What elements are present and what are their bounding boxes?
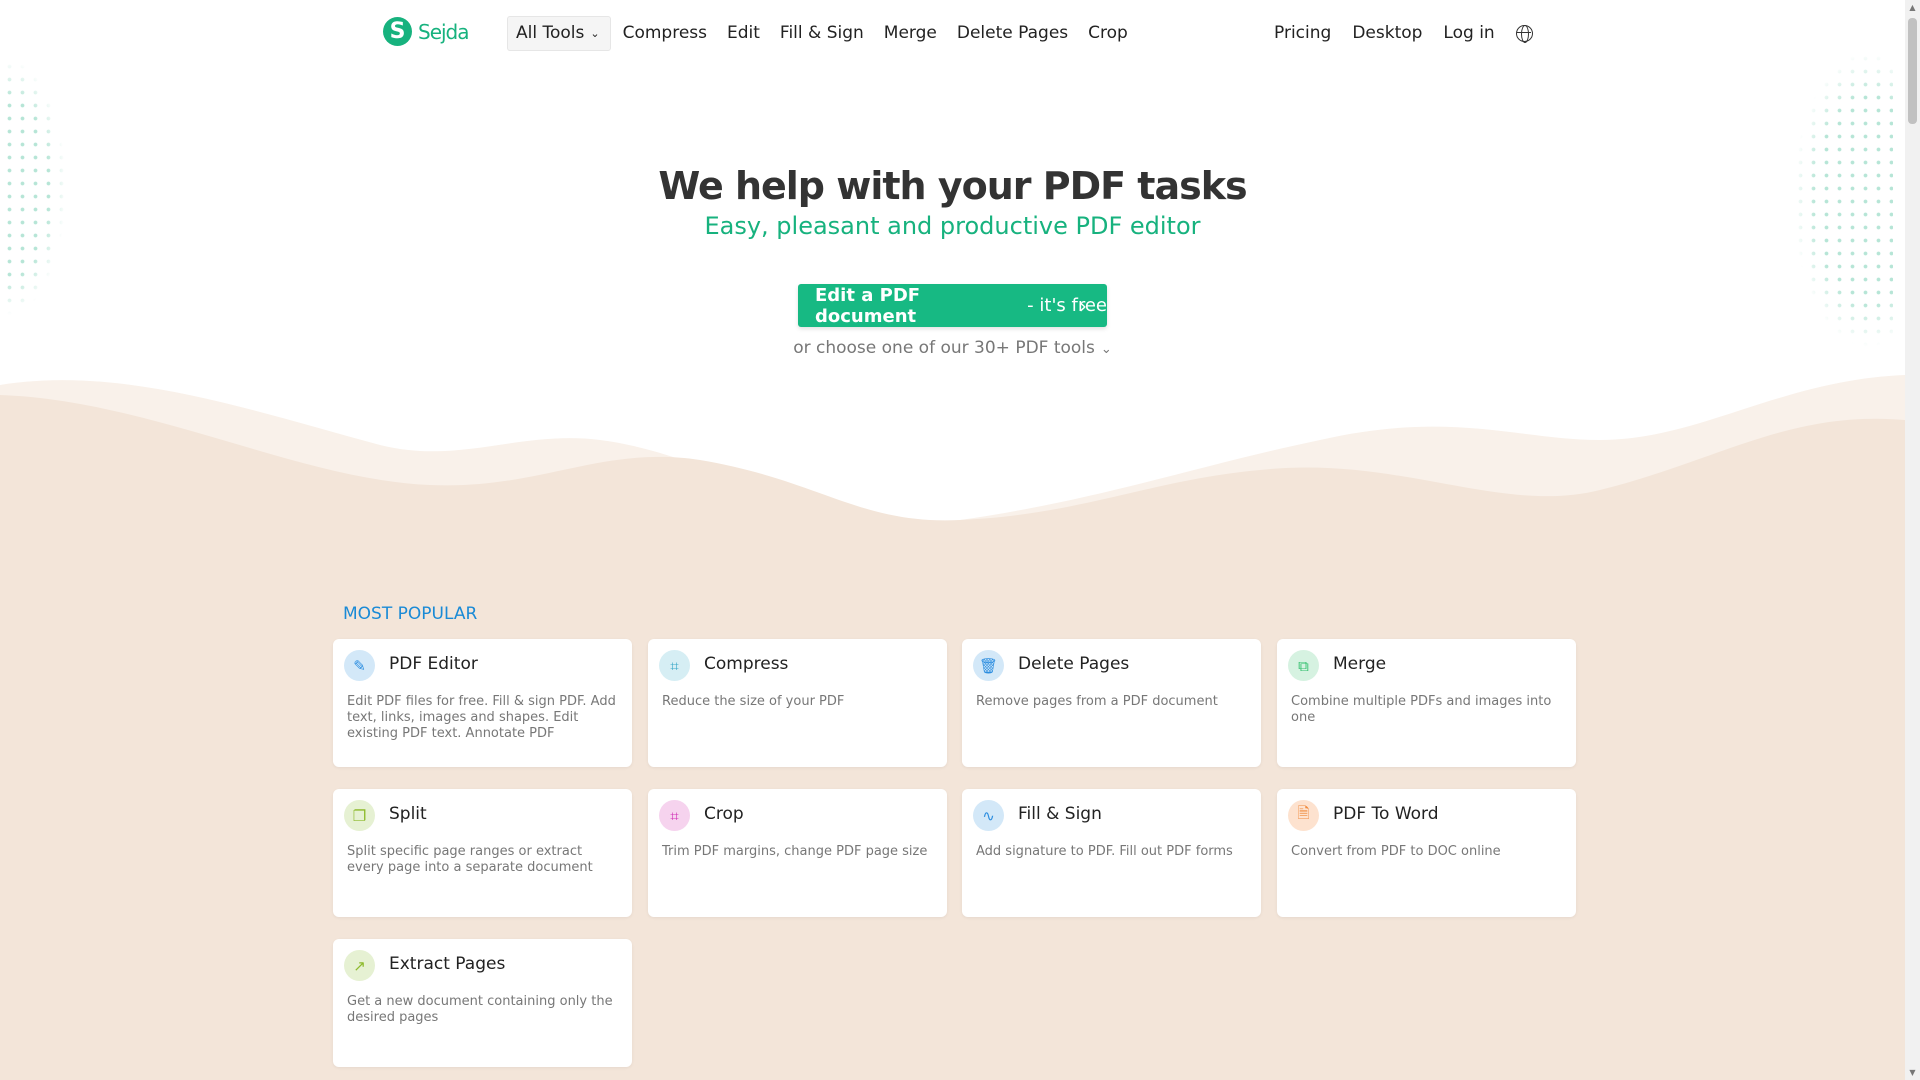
- cta-bold: Edit a PDF document: [815, 284, 921, 327]
- tool-card-split[interactable]: ❐ Split Split specific page ranges or ex…: [333, 789, 632, 917]
- nav-fill-sign[interactable]: Fill & Sign: [780, 23, 864, 43]
- hero-subtitle: Easy, pleasant and productive PDF editor: [704, 212, 1201, 240]
- tool-title: PDF To Word: [1333, 804, 1439, 824]
- scroll-down-icon[interactable]: ▼: [1905, 1065, 1920, 1080]
- right-nav: Pricing Desktop Log in: [1274, 16, 1533, 50]
- tool-title: Extract Pages: [389, 954, 506, 974]
- scrollbar[interactable]: ▲ ▼: [1905, 0, 1920, 1080]
- tool-card-pdf-editor[interactable]: ✎ PDF Editor Edit PDF files for free. Fi…: [333, 639, 632, 767]
- chevron-down-icon: ⌄: [590, 26, 600, 40]
- signature-icon: ∿: [973, 800, 1004, 831]
- all-tools-dropdown[interactable]: All Tools ⌄: [507, 15, 611, 51]
- extract-icon: ↗: [344, 950, 375, 981]
- tool-card-extract-pages[interactable]: ↗ Extract Pages Get a new document conta…: [333, 939, 632, 1067]
- tool-description: Split specific page ranges or extract ev…: [347, 844, 593, 875]
- chevron-right-icon: ›: [1079, 294, 1087, 318]
- header: S Sejda All Tools ⌄ Compress Edit Fill &…: [0, 0, 1905, 64]
- tool-title: Delete Pages: [1018, 654, 1130, 674]
- nav-pricing[interactable]: Pricing: [1274, 23, 1331, 43]
- nav-login[interactable]: Log in: [1443, 23, 1494, 43]
- main-nav: All Tools ⌄ Compress Edit Fill & Sign Me…: [507, 15, 1148, 51]
- word-file-icon: 🗎: [1288, 800, 1319, 831]
- nav-merge[interactable]: Merge: [884, 23, 937, 43]
- tool-title: Crop: [704, 804, 744, 824]
- tool-title: Merge: [1333, 654, 1387, 674]
- tool-card-delete-pages[interactable]: 🗑 Delete Pages Remove pages from a PDF d…: [962, 639, 1261, 767]
- tool-card-fill-sign[interactable]: ∿ Fill & Sign Add signature to PDF. Fill…: [962, 789, 1261, 917]
- choose-tools-link[interactable]: or choose one of our 30+ PDF tools ⌄: [0, 338, 1905, 358]
- chevron-down-icon: ⌄: [1100, 342, 1112, 357]
- tool-description: Add signature to PDF. Fill out PDF forms: [976, 844, 1233, 859]
- cta-rest: - it's free: [1021, 295, 1107, 316]
- tool-description: Combine multiple PDFs and images into on…: [1291, 694, 1552, 725]
- split-icon: ❐: [344, 800, 375, 831]
- tool-title: Fill & Sign: [1018, 804, 1102, 824]
- crop-icon: ⌗: [659, 800, 690, 831]
- popular-section: [0, 530, 1905, 1080]
- all-tools-label: All Tools: [516, 23, 585, 43]
- hero-title: We help with your PDF tasks: [658, 164, 1247, 208]
- section-title: MOST POPULAR: [343, 604, 478, 624]
- nav-compress[interactable]: Compress: [623, 23, 707, 43]
- merge-icon: ⧉: [1288, 650, 1319, 681]
- nav-delete-pages[interactable]: Delete Pages: [957, 23, 1068, 43]
- wave-decoration: [0, 375, 1905, 540]
- edit-pdf-button[interactable]: Edit a PDF document - it's free ›: [798, 284, 1107, 327]
- tool-description: Edit PDF files for free. Fill & sign PDF…: [347, 694, 616, 741]
- tool-card-compress[interactable]: ⌗ Compress Reduce the size of your PDF: [648, 639, 947, 767]
- tool-description: Trim PDF margins, change PDF page size: [662, 844, 928, 859]
- compress-icon: ⌗: [659, 650, 690, 681]
- language-globe-icon[interactable]: [1515, 24, 1533, 43]
- tool-title: PDF Editor: [389, 654, 478, 674]
- pencil-icon: ✎: [344, 650, 375, 681]
- logo-icon: S: [383, 17, 412, 46]
- choose-tools-text: or choose one of our 30+ PDF tools: [793, 338, 1095, 358]
- tool-description: Convert from PDF to DOC online: [1291, 844, 1501, 859]
- tool-card-pdf-to-word[interactable]: 🗎 PDF To Word Convert from PDF to DOC on…: [1277, 789, 1576, 917]
- trash-icon: 🗑: [973, 650, 1004, 681]
- tool-title: Split: [389, 804, 427, 824]
- tool-description: Remove pages from a PDF document: [976, 694, 1218, 709]
- tool-description: Get a new document containing only the d…: [347, 994, 613, 1025]
- tool-card-crop[interactable]: ⌗ Crop Trim PDF margins, change PDF page…: [648, 789, 947, 917]
- scrollbar-thumb[interactable]: [1908, 18, 1917, 124]
- page: S Sejda All Tools ⌄ Compress Edit Fill &…: [0, 0, 1905, 1080]
- logo[interactable]: S Sejda: [383, 17, 470, 46]
- logo-name: Sejda: [418, 19, 470, 44]
- tool-title: Compress: [704, 654, 789, 674]
- tool-card-merge[interactable]: ⧉ Merge Combine multiple PDFs and images…: [1277, 639, 1576, 767]
- nav-desktop[interactable]: Desktop: [1352, 23, 1422, 43]
- scroll-up-icon[interactable]: ▲: [1905, 0, 1920, 15]
- nav-edit[interactable]: Edit: [727, 23, 760, 43]
- nav-crop[interactable]: Crop: [1088, 23, 1128, 43]
- tool-description: Reduce the size of your PDF: [662, 694, 845, 709]
